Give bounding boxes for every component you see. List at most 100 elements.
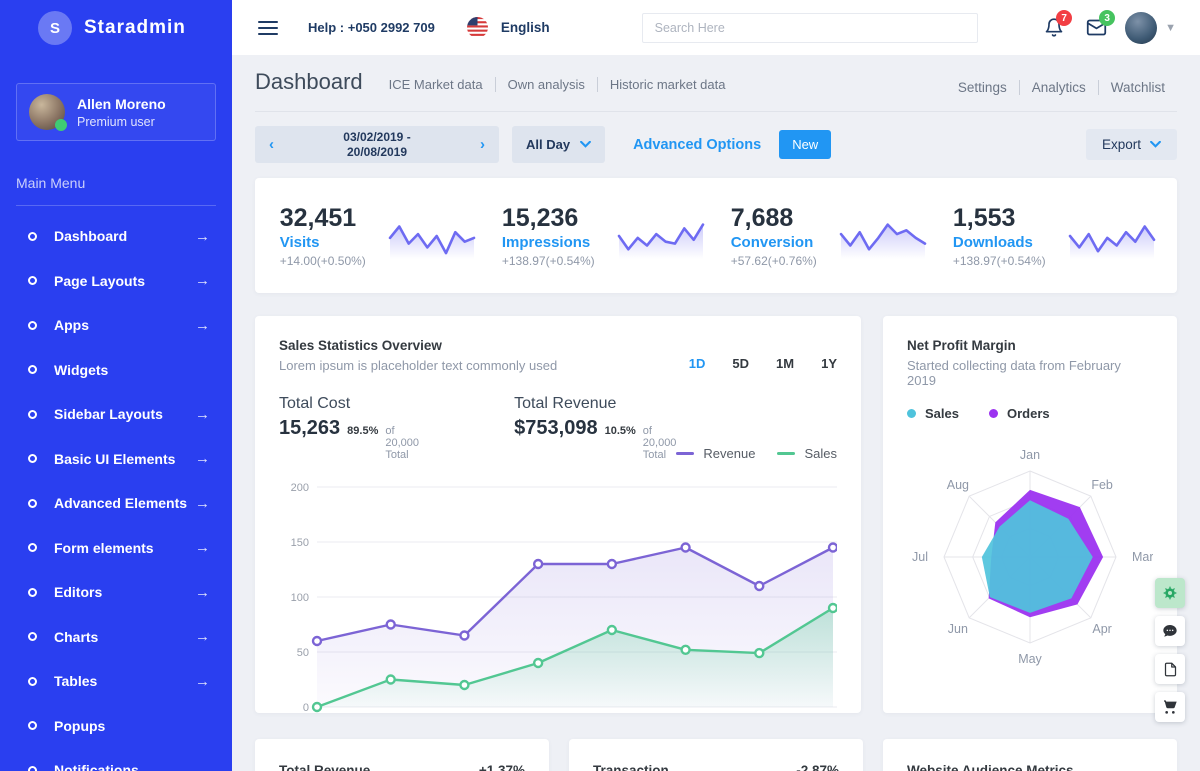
sidebar-item-apps[interactable]: Apps →	[0, 303, 232, 348]
settings-fab[interactable]	[1155, 578, 1185, 608]
cart-fab[interactable]	[1155, 692, 1185, 722]
total-revenue-label: Total Revenue	[514, 395, 617, 412]
app-root: S Staradmin Allen Moreno Premium user Ma…	[0, 0, 1200, 771]
sidebar-item-sidebar-layouts[interactable]: Sidebar Layouts →	[0, 392, 232, 437]
header-action-analytics[interactable]: Analytics	[1018, 80, 1098, 95]
sidebar-item-label: Dashboard	[54, 228, 128, 245]
total-cost-pct: 89.5%	[347, 425, 379, 437]
net-profit-title: Net Profit Margin	[907, 338, 1016, 353]
sidebar-item-label: Tables	[54, 673, 98, 690]
notifications-button[interactable]: 7	[1044, 10, 1073, 38]
header-link-historic-market-data[interactable]: Historic market data	[596, 77, 738, 92]
advanced-options-link[interactable]: Advanced Options	[633, 137, 761, 153]
chevron-down-icon	[580, 141, 592, 148]
chat-fab[interactable]	[1155, 616, 1185, 646]
sidebar: S Staradmin Allen Moreno Premium user Ma…	[0, 0, 232, 771]
document-icon	[1164, 662, 1176, 676]
sidebar-item-advanced-elements[interactable]: Advanced Elements →	[0, 481, 232, 526]
tab-1y[interactable]: 1Y	[821, 356, 837, 371]
export-label: Export	[1101, 137, 1141, 152]
svg-text:Apr: Apr	[1092, 622, 1111, 636]
stat-info: 15,236 Impressions +138.97(+0.54%)	[502, 204, 595, 268]
tab-1d[interactable]: 1D	[689, 356, 706, 371]
language-selector[interactable]: English	[501, 20, 550, 35]
messages-button[interactable]: 3	[1086, 10, 1116, 38]
stat-label: Conversion	[730, 233, 814, 251]
user-card[interactable]: Allen Moreno Premium user	[16, 83, 216, 141]
sidebar-item-tables[interactable]: Tables →	[0, 659, 232, 704]
stat-downloads: 1,553 Downloads +138.97(+0.54%)	[942, 178, 1168, 293]
mini-card-website-audience-metrics: Website Audience Metrics	[883, 739, 1177, 771]
total-revenue-block: Total Revenue $753,098 10.5% of 20,000 T…	[514, 395, 676, 461]
circle-icon	[28, 765, 37, 771]
sales-line-chart: 200 150 100 50 0	[291, 482, 839, 714]
header-action-settings[interactable]: Settings	[946, 80, 1019, 95]
hamburger-menu-icon[interactable]	[258, 20, 278, 35]
header-link-ice-market-data[interactable]: ICE Market data	[377, 77, 495, 92]
tab-5d[interactable]: 5D	[732, 356, 749, 371]
stat-change: +138.97(+0.54%)	[501, 253, 595, 268]
brand[interactable]: S Staradmin	[0, 0, 232, 56]
us-flag-icon[interactable]	[466, 17, 488, 38]
profile-chevron-down-icon[interactable]: ▼	[1165, 22, 1176, 34]
filter-row: ‹ 03/02/2019 - 20/08/2019 › All Day Adva…	[255, 126, 1177, 163]
user-avatar	[29, 94, 67, 131]
sidebar-item-dashboard[interactable]: Dashboard →	[0, 214, 232, 259]
sidebar-item-label: Apps	[54, 317, 89, 334]
document-fab[interactable]	[1155, 654, 1185, 684]
sidebar-item-label: Sidebar Layouts	[54, 406, 163, 423]
sidebar-item-basic-ui-elements[interactable]: Basic UI Elements →	[0, 437, 232, 482]
net-profit-radar-chart: Jan Feb Mar Apr May Jun Jul Aug	[912, 448, 1153, 666]
tab-1m[interactable]: 1M	[776, 356, 794, 371]
sparkline-chart	[839, 222, 927, 259]
stat-change: +14.00(+0.50%)	[279, 253, 366, 268]
svg-text:Aug: Aug	[947, 478, 969, 492]
svg-text:0: 0	[303, 702, 309, 714]
circle-icon	[28, 409, 37, 419]
header-action-watchlist[interactable]: Watchlist	[1097, 80, 1177, 95]
arrow-right-icon: →	[195, 272, 210, 290]
sidebar-item-notifications[interactable]: Notifications	[0, 748, 232, 771]
mini-card-title: Website Audience Metrics	[907, 763, 1074, 771]
stat-info: 7,688 Conversion +57.62(+0.76%)	[731, 204, 817, 268]
date-range-picker[interactable]: ‹ 03/02/2019 - 20/08/2019 ›	[255, 126, 499, 163]
stat-label: Impressions	[501, 233, 591, 251]
svg-text:200: 200	[291, 482, 309, 494]
sidebar-item-page-layouts[interactable]: Page Layouts →	[0, 259, 232, 304]
search-input[interactable]	[641, 12, 978, 43]
stat-visits: 32,451 Visits +14.00(+0.50%)	[265, 178, 491, 293]
sidebar-item-charts[interactable]: Charts →	[0, 615, 232, 660]
arrow-right-icon: →	[195, 450, 210, 468]
sidebar-item-widgets[interactable]: Widgets	[0, 348, 232, 393]
stats-row: 32,451 Visits +14.00(+0.50%) 15,236 Impressi…	[265, 178, 1167, 293]
arrow-right-icon: →	[195, 227, 210, 245]
all-day-dropdown[interactable]: All Day	[512, 126, 606, 163]
export-button[interactable]: Export	[1085, 129, 1177, 160]
messages-badge: 3	[1099, 10, 1116, 26]
legend-swatch	[777, 452, 796, 455]
total-revenue-value: $753,098	[514, 417, 598, 439]
topbar: Help : +050 2992 709 English 7	[232, 0, 1200, 55]
circle-icon	[28, 543, 37, 553]
brand-logo-icon: S	[38, 11, 72, 45]
svg-text:150: 150	[291, 537, 309, 549]
date-range-value[interactable]: 03/02/2019 - 20/08/2019	[274, 130, 480, 160]
stat-impressions: 15,236 Impressions +138.97(+0.54%)	[491, 178, 717, 293]
arrow-right-icon: →	[195, 672, 210, 690]
sidebar-item-popups[interactable]: Popups	[0, 704, 232, 749]
chevron-down-icon	[1150, 141, 1161, 148]
online-status-dot	[55, 119, 67, 131]
page-header: Dashboard ICE Market data Own analysis His…	[255, 69, 1177, 112]
sidebar-item-form-elements[interactable]: Form elements →	[0, 526, 232, 571]
chevron-right-icon[interactable]: ›	[480, 136, 485, 153]
header-actions: Settings Analytics Watchlist	[946, 80, 1177, 95]
sidebar-item-label: Widgets	[54, 361, 109, 378]
total-cost-value: 15,263	[279, 417, 341, 439]
floating-actions	[1155, 578, 1185, 722]
sales-card-subtitle: Lorem ipsum is placeholder text commonly…	[279, 358, 558, 373]
sidebar-item-editors[interactable]: Editors →	[0, 570, 232, 615]
header-link-own-analysis[interactable]: Own analysis	[494, 77, 597, 92]
profile-avatar[interactable]	[1125, 11, 1158, 44]
new-button[interactable]: New	[779, 130, 832, 159]
stat-conversion: 7,688 Conversion +57.62(+0.76%)	[716, 178, 942, 293]
